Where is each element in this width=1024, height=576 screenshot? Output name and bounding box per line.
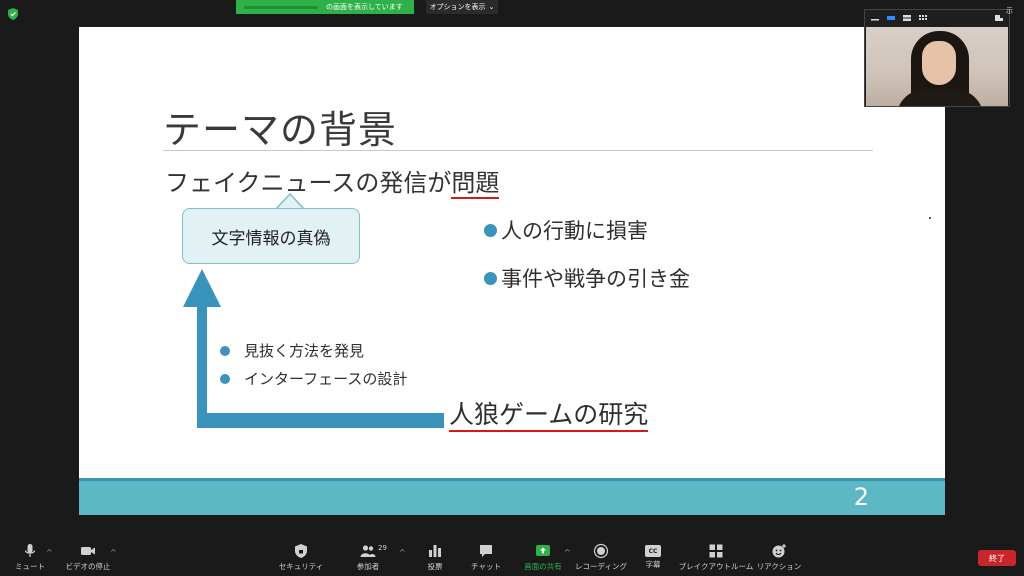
chevron-down-icon: ⌄ <box>488 3 495 11</box>
video-panel-toolbar <box>865 10 1009 26</box>
right-bullet-1: 人の行動に損害 <box>484 215 648 245</box>
video-camera-icon <box>81 547 95 555</box>
active-speaker-view-icon[interactable] <box>887 15 895 21</box>
callout-box: 文字情報の真偽 <box>182 208 360 264</box>
slide-page-number: 2 <box>853 483 869 511</box>
subtitle-text: フェイクニュースの発信が <box>165 169 452 197</box>
mute-label: ミュート <box>15 562 45 571</box>
right-bullet-2: 事件や戦争の引き金 <box>484 263 690 293</box>
reactions-icon <box>772 544 786 558</box>
view-options-label: オプションを表示 <box>429 3 486 11</box>
microphone-icon <box>24 544 36 557</box>
bullet-dot <box>484 223 497 237</box>
poll-label: 投票 <box>427 562 443 571</box>
slide-title: テーマの背景 <box>163 108 398 152</box>
recording-button[interactable]: レコーディング <box>571 543 631 572</box>
participants-count: 29 <box>378 544 387 552</box>
participant-face <box>922 41 956 85</box>
bullet-dot <box>220 345 230 356</box>
right-bullet-1-text: 人の行動に損害 <box>501 219 648 243</box>
participants-button[interactable]: 参加者 <box>338 543 398 572</box>
left-bullet-1-text: 見抜く方法を発見 <box>244 342 365 360</box>
participants-label: 参加者 <box>356 562 380 571</box>
subtitle-underlined-text: 問題 <box>451 169 500 199</box>
captions-icon: CC <box>645 545 661 557</box>
share-indicator-bar <box>244 5 318 9</box>
mute-options-caret[interactable]: ^ <box>46 548 53 557</box>
side-by-side-icon[interactable] <box>995 15 1003 21</box>
shared-slide: テーマの背景 フェイクニュースの発信が問題 文字情報の真偽 人の行動に損害 事件… <box>79 27 945 515</box>
chat-icon <box>480 545 492 557</box>
slide-footer-line <box>79 478 945 481</box>
top-right-label: 示 <box>1006 7 1013 15</box>
slide-footer-band <box>79 478 945 515</box>
minimize-icon[interactable] <box>871 15 879 21</box>
encryption-shield-icon[interactable] <box>8 8 18 20</box>
screen-share-banner: の画面を表示しています <box>236 0 414 14</box>
recording-label: レコーディング <box>575 562 627 571</box>
breakout-rooms-icon <box>709 544 723 558</box>
speaker-strip-icon[interactable] <box>903 15 911 21</box>
chat-button[interactable]: チャット <box>456 543 516 572</box>
participant-video-feed <box>866 27 1008 106</box>
bullet-dot <box>484 271 497 285</box>
security-button[interactable]: セキュリティ <box>271 543 331 572</box>
meeting-toolbar: ミュート ^ ビデオの停止 ^ セキュリティ 参加者 29 ^ 投票 チャット … <box>0 540 1024 576</box>
reactions-label: リアクション <box>756 562 802 571</box>
participant-body <box>896 89 984 106</box>
security-shield-icon <box>295 544 307 558</box>
share-banner-text: の画面を表示しています <box>326 3 403 11</box>
share-screen-icon <box>536 545 550 556</box>
poll-icon <box>429 545 441 557</box>
slide-speck <box>929 217 931 219</box>
research-label: 人狼ゲームの研究 <box>449 400 649 432</box>
view-options-button[interactable]: オプションを表示 ⌄ <box>426 0 498 14</box>
breakout-rooms-button[interactable]: ブレイクアウトルーム <box>679 543 753 572</box>
left-bullet-2: インターフェースの設計 <box>220 368 407 389</box>
record-icon <box>593 543 609 559</box>
left-bullet-2-text: インターフェースの設計 <box>244 370 408 388</box>
left-bullet-1: 見抜く方法を発見 <box>220 340 364 361</box>
stop-video-button[interactable]: ビデオの停止 <box>58 543 118 572</box>
title-divider <box>163 150 873 151</box>
security-label: セキュリティ <box>278 562 324 571</box>
video-thumbnail-panel[interactable] <box>864 9 1010 107</box>
captions-label: 字幕 <box>645 560 661 569</box>
reactions-button[interactable]: リアクション <box>749 543 809 572</box>
participants-icon <box>360 545 376 557</box>
callout-text: 文字情報の真偽 <box>211 228 331 249</box>
zoom-meeting-window: の画面を表示しています オプションを表示 ⌄ テーマの背景 フェイクニュースの発… <box>0 0 1024 576</box>
breakout-rooms-label: ブレイクアウトルーム <box>678 562 754 571</box>
video-options-caret[interactable]: ^ <box>110 548 117 557</box>
gallery-view-icon[interactable] <box>919 15 927 21</box>
end-meeting-button[interactable]: 終了 <box>978 550 1016 566</box>
bullet-dot <box>220 373 230 384</box>
captions-button[interactable]: CC 字幕 <box>623 543 683 570</box>
right-bullet-2-text: 事件や戦争の引き金 <box>501 267 690 291</box>
stop-video-label: ビデオの停止 <box>65 562 111 571</box>
share-screen-label: 画面の共有 <box>524 562 562 571</box>
share-options-caret[interactable]: ^ <box>564 548 571 557</box>
chat-label: チャット <box>471 562 501 571</box>
slide-subtitle: フェイクニュースの発信が問題 <box>165 163 500 199</box>
